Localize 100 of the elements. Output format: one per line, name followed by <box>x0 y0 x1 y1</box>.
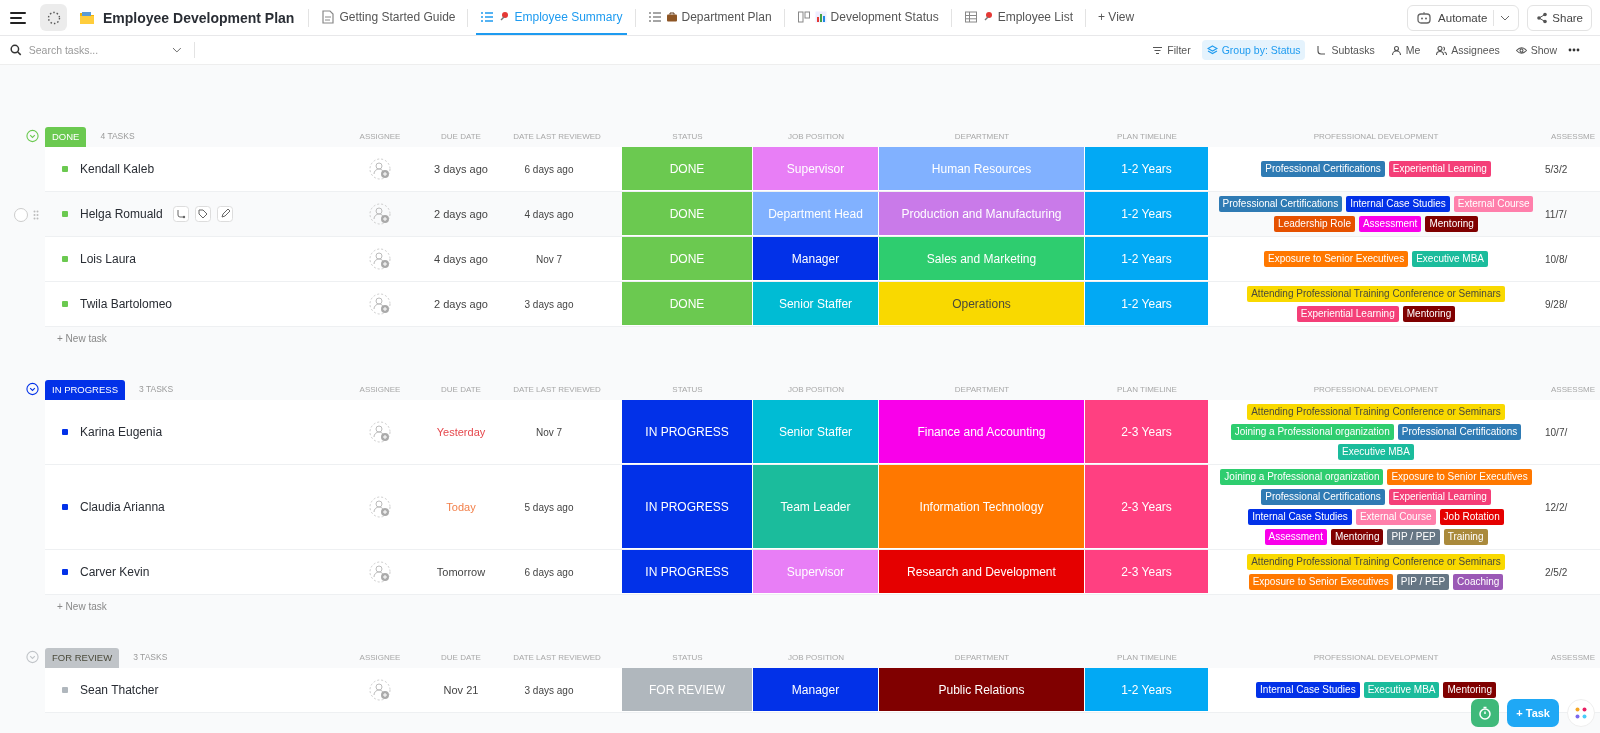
development-tag: Executive MBA <box>1363 682 1440 698</box>
development-tag: Joining a Professional organization <box>1230 424 1394 440</box>
subtask-icon[interactable] <box>172 206 189 222</box>
department-cell[interactable]: Research and Development <box>879 550 1085 594</box>
caret-icon <box>172 47 182 53</box>
robot-icon <box>1416 10 1433 25</box>
development-tag: Attending Professional Training Conference or Seminars <box>1247 286 1505 302</box>
toolbar-button[interactable]: Show <box>1510 40 1562 60</box>
toolbar-button[interactable]: Assignees <box>1431 40 1505 60</box>
task-name[interactable]: Twila Bartolomeo <box>80 297 173 311</box>
view-tab[interactable]: Department Plan <box>643 0 776 35</box>
task-name[interactable]: Kendall Kaleb <box>80 162 155 176</box>
new-task-link[interactable]: + New task <box>57 600 107 612</box>
add-assignee-icon[interactable] <box>369 293 391 315</box>
add-view-button[interactable]: + View <box>1094 0 1139 35</box>
task-name[interactable]: Carver Kevin <box>80 565 150 579</box>
status-cell[interactable]: IN PROGRESS <box>622 550 753 594</box>
collapse-icon[interactable] <box>26 382 39 396</box>
column-header: ASSESSME <box>1550 652 1596 662</box>
due-date[interactable]: 2 days ago <box>434 208 488 220</box>
status-cell[interactable]: IN PROGRESS <box>622 465 753 549</box>
add-assignee-icon[interactable] <box>369 248 391 270</box>
due-date[interactable]: Yesterday <box>436 426 486 438</box>
job-position-cell[interactable]: Manager <box>753 237 879 281</box>
development-tag: Assessment <box>1358 216 1422 232</box>
development-tag: Professional Certifications <box>1218 196 1343 212</box>
column-header: DATE LAST REVIEWED <box>512 131 602 141</box>
column-header: JOB POSITION <box>787 131 845 141</box>
space-icon-button[interactable] <box>40 4 67 31</box>
department-cell[interactable]: Operations <box>879 282 1085 326</box>
due-date[interactable]: 2 days ago <box>434 298 488 310</box>
development-tag: Job Rotation <box>1439 509 1504 525</box>
add-assignee-icon[interactable] <box>369 496 391 518</box>
due-date[interactable]: Tomorrow <box>436 566 486 578</box>
view-tab[interactable]: Getting Started Guide <box>317 0 460 35</box>
due-date[interactable]: 4 days ago <box>434 253 488 265</box>
more-icon[interactable] <box>1568 48 1580 52</box>
task-row[interactable]: Lois Laura 4 days ago Nov 7 DONE Manager Sales and Marketing 1-2 Years Exposure to Senior Executives Executive MBA 10/8/ <box>45 237 1600 282</box>
search-field[interactable]: Search tasks... <box>26 43 168 57</box>
task-name[interactable]: Karina Eugenia <box>80 425 163 439</box>
select-checkbox[interactable] <box>14 207 28 222</box>
menu-icon[interactable] <box>10 11 26 24</box>
edit-icon[interactable] <box>216 206 233 222</box>
task-row[interactable] <box>45 465 1600 550</box>
assessment-date: 11/7/ <box>1545 208 1567 220</box>
department-cell[interactable]: Public Relations <box>879 668 1085 712</box>
column-header: DUE DATE <box>440 652 482 662</box>
development-tag: Attending Professional Training Conference or Seminars <box>1247 404 1505 420</box>
column-header: ASSESSME <box>1550 131 1596 141</box>
apps-icon[interactable] <box>1567 699 1595 727</box>
task-row[interactable]: Twila Bartolomeo 2 days ago 3 days ago DONE Senior Staffer Operations 1-2 Years Attending Professional Training Conference or Seminars Experiential Learning Mentoring 9/28/ <box>45 282 1600 327</box>
add-assignee-icon[interactable] <box>369 203 391 225</box>
task-name[interactable]: Claudia Arianna <box>80 500 165 514</box>
development-tag: Experiential Learning <box>1296 306 1399 322</box>
development-tag: Professional Certifications <box>1261 161 1385 177</box>
column-header: DATE LAST REVIEWED <box>512 384 602 394</box>
development-tag: Internal Case Studies <box>1256 682 1360 698</box>
add-assignee-icon[interactable] <box>369 561 391 583</box>
task-name[interactable]: Lois Laura <box>80 252 137 266</box>
tag-icon[interactable] <box>194 206 211 222</box>
job-position-cell[interactable]: Manager <box>753 668 879 712</box>
column-header: DEPARTMENT <box>953 384 1011 394</box>
column-header: PLAN TIMELINE <box>1116 652 1178 662</box>
task-name[interactable]: Helga Romuald <box>80 207 163 221</box>
task-row[interactable] <box>45 192 1600 237</box>
table-icon <box>963 8 978 25</box>
add-assignee-icon[interactable] <box>369 421 391 443</box>
add-assignee-icon[interactable] <box>369 158 391 180</box>
task-name[interactable]: Sean Thatcher <box>80 683 159 697</box>
due-date[interactable]: 3 days ago <box>434 163 488 175</box>
add-assignee-icon[interactable] <box>369 679 391 701</box>
layers-icon <box>1206 44 1218 56</box>
timer-button[interactable] <box>1471 699 1500 727</box>
new-task-link[interactable]: + New task <box>57 332 107 344</box>
assessment-date: 12/2/ <box>1545 501 1568 513</box>
task-row[interactable]: Kendall Kaleb 3 days ago 6 days ago DONE Supervisor Human Resources 1-2 Years Professional Certifications Experiential Learning 5/3/2 <box>45 147 1600 192</box>
assessment-date: 9/28/ <box>1545 298 1568 310</box>
task-count: 3 TASKS <box>133 652 168 662</box>
column-header: ASSESSME <box>1550 384 1596 394</box>
people-icon <box>1436 44 1448 56</box>
column-header: DEPARTMENT <box>953 652 1011 662</box>
column-header: PLAN TIMELINE <box>1116 384 1178 394</box>
automate-button[interactable]: Automate <box>1407 4 1520 31</box>
column-header: DATE LAST REVIEWED <box>512 652 602 662</box>
eye-icon <box>1515 44 1527 56</box>
share-button[interactable]: Share <box>1527 4 1592 31</box>
caret-icon[interactable] <box>1500 14 1511 21</box>
status-cell[interactable]: IN PROGRESS <box>622 400 753 464</box>
development-tag: Exposure to Senior Executives <box>1264 251 1409 267</box>
toolbar-button[interactable]: Me <box>1385 40 1426 60</box>
drag-handle-icon[interactable] <box>33 209 39 220</box>
task-row[interactable]: Carver Kevin Tomorrow 6 days ago IN PROGRESS Supervisor Research and Development 2-3 Years Attending Professional Training Conference or Seminars Exposure to Senior Executives PIP / PEP Coaching 2/5/2 <box>45 550 1600 595</box>
toolbar-button[interactable]: Subtasks <box>1311 40 1380 60</box>
view-tab[interactable]: Development Status <box>792 0 943 35</box>
view-tab[interactable]: Employee List <box>959 0 1077 35</box>
due-date[interactable]: Nov 21 <box>443 684 479 696</box>
task-row[interactable] <box>45 400 1600 465</box>
column-header: STATUS <box>671 652 704 662</box>
assessment-date: 10/7/ <box>1545 426 1568 438</box>
toolbar-button[interactable]: Filter <box>1147 40 1196 60</box>
